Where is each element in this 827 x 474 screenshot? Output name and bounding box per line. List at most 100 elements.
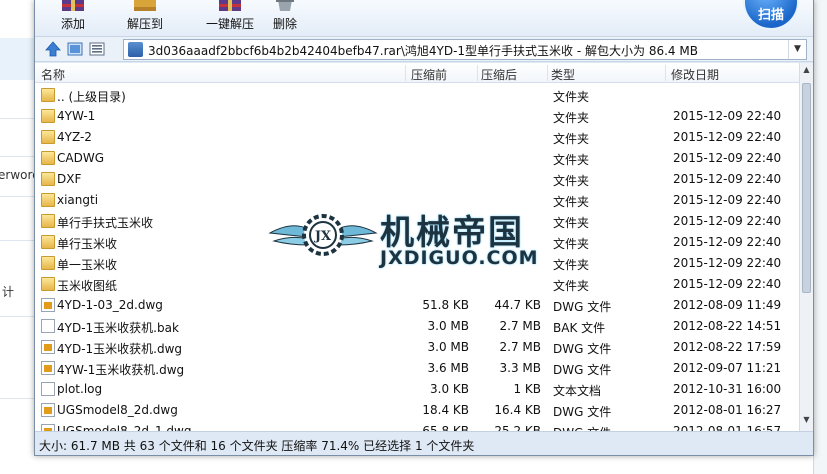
file-type: DWG 文件 [553,342,612,356]
background-divider [0,156,36,157]
file-row[interactable]: CADWG 文件夹 2015-12-09 22:40 [35,148,799,169]
file-modified: 2015-12-09 22:40 [673,256,782,270]
file-modified: 2015-12-09 22:40 [673,130,782,144]
scroll-thumb[interactable] [802,83,811,293]
file-unpacked-size: 2.7 MB [499,340,541,354]
column-unpacked[interactable]: 压缩后 [481,66,517,83]
watermark-subtitle: JXDIGUO.COM [380,247,539,269]
scroll-down-icon[interactable]: ▼ [801,415,812,429]
column-divider[interactable] [665,65,666,81]
file-modified: 2015-12-09 22:40 [673,109,782,123]
file-name: xiangti [57,193,99,207]
file-modified: 2012-08-01 16:27 [673,403,782,417]
column-modified[interactable]: 修改日期 [671,66,719,83]
file-row[interactable]: 4YD-1玉米收获机.dwg 3.0 MB 2.7 MB DWG 文件 2012-08-… [35,337,799,358]
column-divider[interactable] [547,65,548,81]
file-icon [41,319,55,333]
scan-button[interactable]: 扫描 [743,0,799,30]
file-type: 文件夹 [553,174,590,188]
dwg-file-icon [41,298,55,312]
background-scrollbar[interactable] [813,0,827,474]
file-packed-size: 65.8 KB [422,424,469,431]
list-header: 名称 压缩前 压缩后 类型 修改日期 [35,63,799,83]
file-name: 玉米收图纸 [57,279,118,293]
file-name: 单行玉米收 [57,237,118,251]
scan-label: 扫描 [757,8,784,23]
one-click-extract-button[interactable]: 一键解压 [199,0,261,34]
file-name: 4YD-1玉米收获机.dwg [57,342,183,356]
file-unpacked-size: 2.7 MB [499,319,541,333]
file-unpacked-size: 25.2 KB [494,424,541,431]
file-row[interactable]: 4YD-1-03_2d.dwg 51.8 KB 44.7 KB DWG 文件 2012-… [35,295,799,316]
extract-to-button[interactable]: 解压到 [123,0,167,34]
column-divider[interactable] [405,65,406,81]
file-modified: 2015-12-09 22:40 [673,172,782,186]
file-icon [41,382,55,396]
file-row[interactable]: DXF 文件夹 2015-12-09 22:40 [35,169,799,190]
status-text: 大小: 61.7 MB 共 63 个文件和 16 个文件夹 压缩率 71.4% … [39,439,475,453]
file-row[interactable]: 4YD-1玉米收获机.bak 3.0 MB 2.7 MB BAK 文件 2012-08-… [35,316,799,337]
folder-icon [41,277,55,291]
file-unpacked-size: 44.7 KB [494,298,541,312]
column-type[interactable]: 类型 [551,66,575,83]
dwg-file-icon [41,361,55,375]
extract-to-icon [134,0,156,11]
add-button[interactable]: 添加 [55,0,91,34]
file-type: 文件夹 [553,111,590,125]
file-name: DXF [57,172,82,186]
column-packed[interactable]: 压缩前 [411,66,447,83]
background-divider [0,398,36,399]
file-modified: 2012-09-07 11:21 [673,361,782,375]
dwg-file-icon [41,340,55,354]
vertical-scrollbar[interactable]: ▲ ▼ [799,63,813,431]
file-modified: 2015-12-09 22:40 [673,235,782,249]
delete-button[interactable]: 删除 [267,0,303,34]
add-archive-icon [62,0,84,11]
background-divider [0,118,36,119]
column-name[interactable]: 名称 [41,66,65,83]
file-row[interactable]: UGSmodel8_2d.dwg 18.4 KB 16.4 KB DWG 文件 2012… [35,400,799,421]
dwg-file-icon [41,403,55,417]
folder-icon [41,172,55,186]
toolbar: 添加 解压到 一键解压 删除 扫描 [35,0,813,36]
file-name: 4YW-1 [57,109,96,123]
file-packed-size: 18.4 KB [422,403,469,417]
file-type: 文件夹 [553,153,590,167]
file-type: BAK 文件 [553,321,606,335]
folder-icon [41,109,55,123]
file-row[interactable]: 4YW-1 文件夹 2015-12-09 22:40 [35,106,799,127]
file-name: .. (上级目录) [57,90,126,104]
file-unpacked-size: 1 KB [513,382,541,396]
chevron-down-icon: ▼ [794,44,801,54]
folder-icon [41,151,55,165]
address-path: 3d036aaadf2bbcf6b4b2b42404befb47.rar\鸿旭4… [148,44,698,58]
address-field[interactable]: 3d036aaadf2bbcf6b4b2b42404befb47.rar\鸿旭4… [123,39,807,60]
file-modified: 2012-08-01 16:57 [673,424,782,431]
watermark-emblem: JX [314,229,332,244]
gear-wings-icon: JX [268,214,378,256]
view-list-icon[interactable] [89,41,105,57]
file-type: 文件夹 [553,90,590,104]
file-packed-size: 3.0 KB [430,382,469,396]
address-bar: 3d036aaadf2bbcf6b4b2b42404befb47.rar\鸿旭4… [35,36,813,62]
file-type: 文件夹 [553,279,590,293]
scroll-up-icon[interactable]: ▲ [801,65,812,79]
view-details-icon[interactable] [67,41,83,57]
file-modified: 2015-12-09 22:40 [673,193,782,207]
file-packed-size: 3.6 MB [427,361,469,375]
file-row[interactable]: 玉米收图纸 文件夹 2015-12-09 22:40 [35,274,799,295]
file-unpacked-size: 16.4 KB [494,403,541,417]
file-row[interactable]: 4YZ-2 文件夹 2015-12-09 22:40 [35,127,799,148]
column-divider[interactable] [477,65,478,81]
file-name: 单行手扶式玉米收 [57,216,154,230]
file-row[interactable]: plot.log 3.0 KB 1 KB 文本文档 2012-10-31 16:00 [35,379,799,400]
address-dropdown[interactable]: ▼ [788,40,806,59]
folder-icon [41,193,55,207]
file-name: plot.log [57,382,103,396]
background-divider [0,316,36,317]
up-arrow-icon[interactable] [45,41,61,57]
file-row[interactable]: UGSmodel8_2d_1.dwg 65.8 KB 25.2 KB DWG 文件 20… [35,421,799,431]
file-row[interactable]: .. (上级目录) 文件夹 [35,85,799,106]
file-row[interactable]: 4YW-1玉米收获机.dwg 3.6 MB 3.3 MB DWG 文件 2012-09-… [35,358,799,379]
folder-icon [41,88,55,102]
